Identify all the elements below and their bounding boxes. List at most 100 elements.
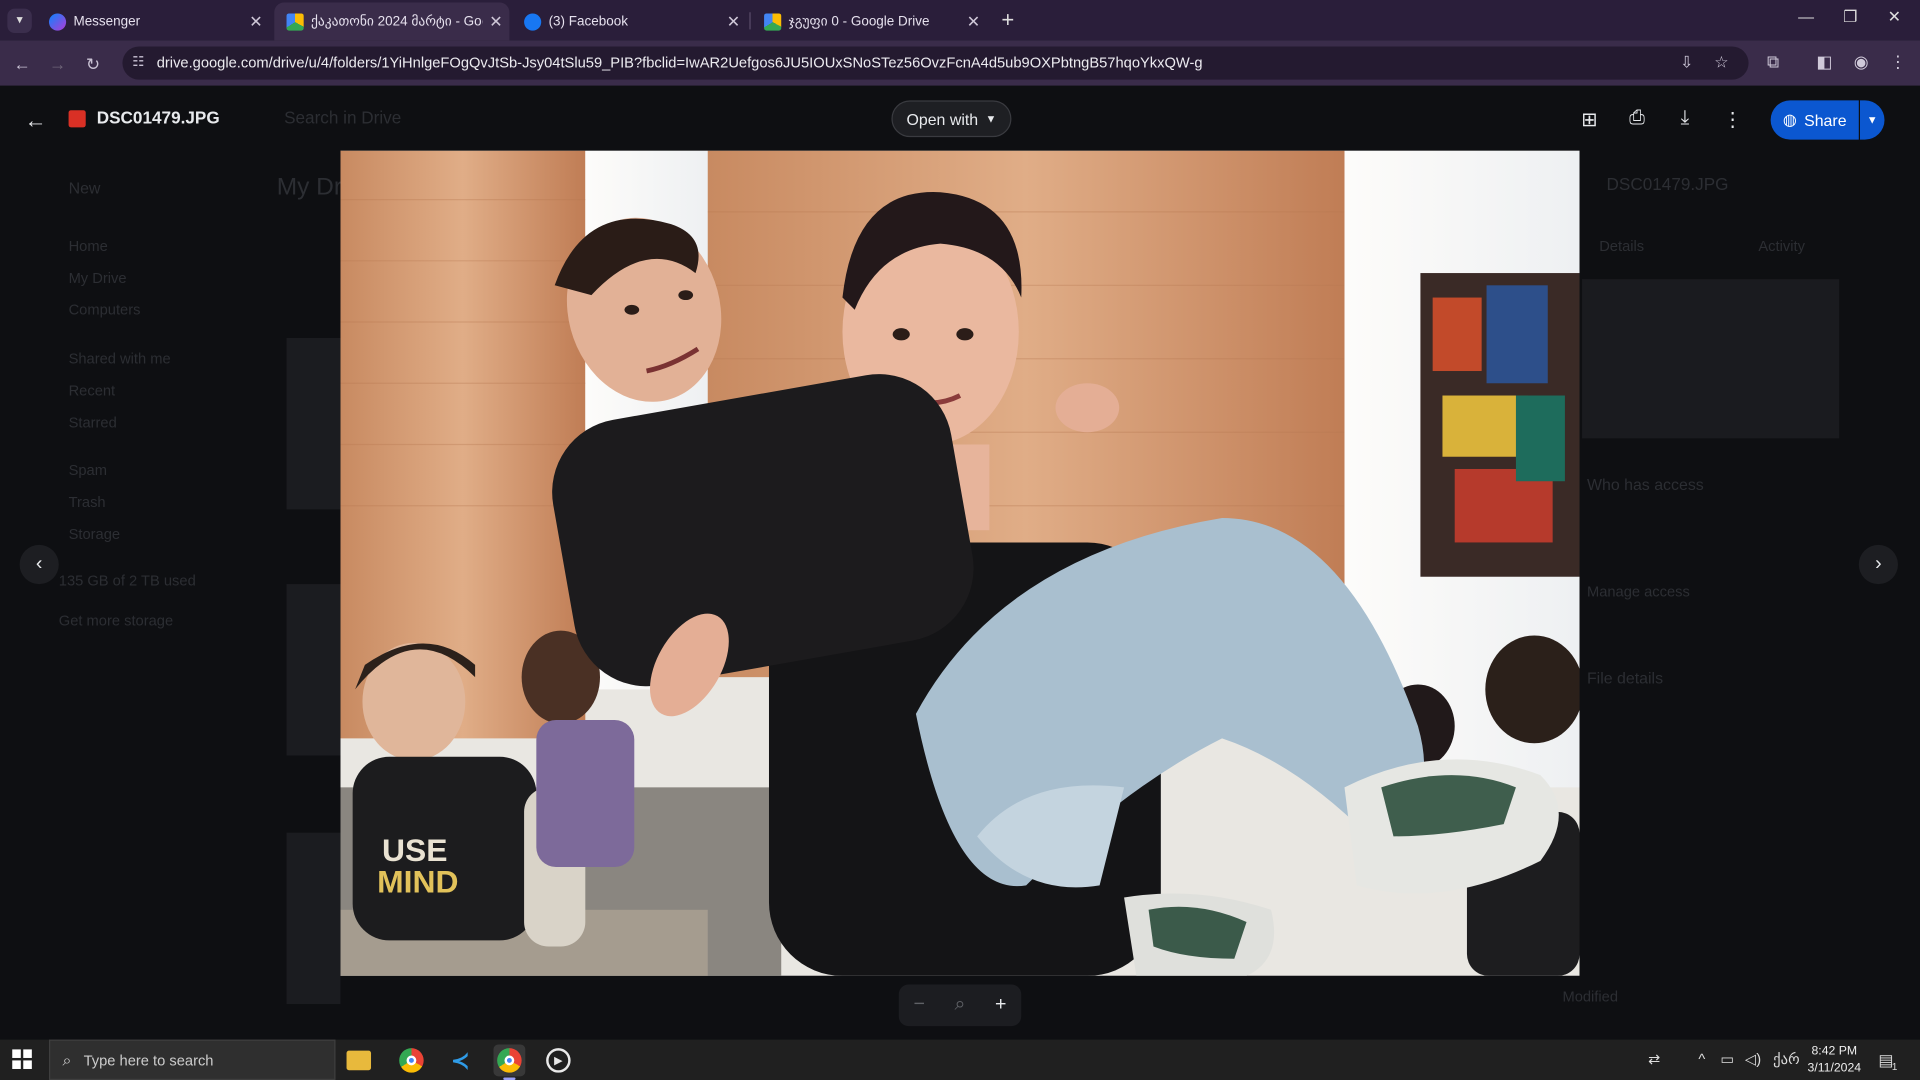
tab-search-button[interactable]: ▾ — [7, 8, 32, 34]
modified-ghost: Modified — [1562, 988, 1619, 1006]
share-options-button[interactable]: ▼ — [1860, 100, 1885, 140]
side-panel-icon[interactable]: ◧ — [1812, 51, 1836, 72]
tab-drive-group[interactable]: ჯგუფი 0 - Google Drive ✕ — [752, 2, 987, 40]
previous-file-button[interactable]: ‹ — [19, 544, 59, 585]
windows-start-icon[interactable] — [12, 1049, 32, 1069]
show-hidden-icons[interactable]: ^ — [1698, 1051, 1705, 1068]
google-drive-icon — [286, 12, 304, 31]
nav-ghost: Spam — [68, 461, 107, 479]
details-tab-ghost: Activity — [1758, 237, 1805, 255]
address-bar[interactable]: ☷ drive.google.com/drive/u/4/folders/1Yi… — [122, 46, 1749, 80]
get-storage-ghost: Get more storage — [58, 612, 174, 630]
screen: ▾ Messenger ✕ ქაკათონი 2024 მარტი - Goo … — [0, 0, 1920, 1080]
tab-title: ჯგუფი 0 - Google Drive — [788, 14, 930, 30]
clock-time: 8:42 PM — [1811, 1044, 1858, 1058]
details-preview-ghost — [1582, 279, 1840, 439]
volume-icon[interactable]: ◁) — [1745, 1051, 1761, 1068]
reload-icon[interactable]: ↻ — [80, 50, 107, 77]
thumbnail-ghost — [286, 584, 341, 756]
open-with-button[interactable]: Open with ▼ — [891, 100, 1012, 138]
google-drive-icon — [764, 12, 782, 31]
nav-ghost: Starred — [68, 413, 117, 432]
nav-ghost: Recent — [68, 382, 116, 400]
details-tab-ghost: Details — [1599, 237, 1645, 255]
add-comment-icon[interactable]: ⊞ — [1576, 108, 1603, 132]
bookmark-star-icon[interactable]: ☆ — [1714, 53, 1728, 73]
file-explorer-icon[interactable] — [346, 1050, 372, 1071]
windows-taskbar: ⌕ Type here to search ≺ ▶ ⇄ ^ ▭ ◁) ქარ 8… — [0, 1039, 1920, 1080]
nav-ghost: Storage — [68, 525, 121, 543]
browser-tab-strip: ▾ Messenger ✕ ქაკათონი 2024 მარტი - Goo … — [0, 0, 1920, 41]
file-name: DSC01479.JPG — [96, 107, 220, 128]
chrome-icon[interactable] — [396, 1044, 428, 1076]
back-arrow-icon[interactable]: ← — [9, 50, 36, 77]
close-window-button[interactable]: ✕ — [1876, 7, 1913, 27]
new-button-ghost: New — [68, 178, 101, 198]
photo-image: USE MIND — [340, 150, 1580, 976]
restore-button[interactable]: ❐ — [1832, 7, 1869, 27]
tab-title: ქაკათონი 2024 მარტი - Goo — [311, 14, 483, 30]
messenger-icon — [48, 12, 67, 31]
forward-arrow-icon[interactable]: → — [44, 50, 71, 77]
url-text: drive.google.com/drive/u/4/folders/1YiHn… — [156, 53, 1203, 72]
tab-facebook[interactable]: (3) Facebook ✕ — [512, 2, 747, 40]
taskbar-search-placeholder: Type here to search — [83, 1051, 214, 1069]
browser-menu-icon[interactable]: ⋮ — [1886, 51, 1910, 72]
install-app-icon[interactable]: ⇩ — [1680, 53, 1693, 73]
nav-ghost: Trash — [68, 493, 106, 511]
browser-toolbar: ← → ↻ ☷ drive.google.com/drive/u/4/folde… — [0, 40, 1920, 86]
profile-avatar-icon[interactable]: ◉ — [1849, 51, 1873, 72]
minimize-button[interactable]: — — [1788, 7, 1825, 25]
open-with-label: Open with — [906, 109, 979, 128]
zoom-controls: − ⌕ + — [898, 984, 1022, 1027]
nav-ghost: Home — [68, 237, 108, 255]
zoom-reset-icon[interactable]: ⌕ — [954, 994, 965, 1016]
site-info-icon[interactable]: ☷ — [132, 54, 149, 71]
taskbar-search-box[interactable]: ⌕ Type here to search — [48, 1039, 336, 1080]
system-clock[interactable]: 8:42 PM 3/11/2024 — [1807, 1043, 1862, 1077]
access-ghost: Who has access — [1586, 475, 1704, 494]
zoom-in-icon[interactable]: + — [995, 994, 1006, 1016]
photo-preview: USE MIND — [340, 150, 1580, 976]
language-indicator[interactable]: ქარ — [1773, 1051, 1800, 1068]
storage-ghost: 135 GB of 2 TB used — [58, 571, 196, 589]
print-icon[interactable]: ⎙ — [1624, 108, 1651, 130]
nav-ghost: Computers — [68, 301, 141, 319]
tab-title: Messenger — [73, 14, 141, 29]
facebook-icon — [524, 12, 542, 31]
nav-ghost: My Drive — [68, 269, 127, 287]
share-label: Share — [1804, 110, 1847, 130]
thumbnail-ghost — [286, 832, 341, 1005]
tab-drive-folder[interactable]: ქაკათონი 2024 მარტი - Goo ✕ — [274, 2, 510, 41]
network-activity-icon[interactable]: ⇄ — [1648, 1051, 1660, 1068]
extensions-icon[interactable]: ⧉ — [1761, 51, 1785, 72]
caret-down-icon: ▼ — [985, 112, 997, 125]
details-title-ghost: DSC01479.JPG — [1606, 173, 1729, 194]
file-details-ghost: File details — [1586, 668, 1664, 687]
clock-date: 3/11/2024 — [1807, 1061, 1862, 1076]
chrome-active-icon[interactable] — [493, 1044, 526, 1080]
image-file-icon — [68, 110, 86, 128]
notification-count: 1 — [1891, 1061, 1898, 1073]
close-tab-icon[interactable]: ✕ — [242, 12, 269, 32]
media-player-icon[interactable]: ▶ — [542, 1044, 574, 1076]
close-tab-icon[interactable]: ✕ — [720, 12, 747, 32]
network-icon[interactable]: ▭ — [1720, 1051, 1734, 1068]
share-button[interactable]: ◍ Share — [1770, 100, 1859, 140]
close-tab-icon[interactable]: ✕ — [960, 12, 987, 32]
search-icon: ⌕ — [62, 1050, 72, 1069]
zoom-out-icon[interactable]: − — [914, 994, 925, 1016]
next-file-button[interactable]: › — [1858, 544, 1898, 585]
tab-separator — [749, 12, 751, 30]
thumbnail-ghost — [286, 337, 341, 510]
svg-text:MIND: MIND — [377, 864, 458, 900]
tab-messenger[interactable]: Messenger ✕ — [37, 2, 270, 40]
drive-file-preview: Search in Drive New My Drive Home My Dri… — [0, 85, 1920, 1040]
svg-text:USE: USE — [382, 832, 447, 868]
vscode-icon[interactable]: ≺ — [444, 1044, 476, 1076]
download-icon[interactable]: ⤓ — [1671, 108, 1698, 130]
close-tab-icon[interactable]: ✕ — [482, 12, 509, 32]
more-actions-icon[interactable]: ⋮ — [1719, 108, 1746, 132]
back-arrow-icon[interactable]: ← — [24, 108, 46, 134]
new-tab-button[interactable]: + — [996, 7, 1020, 31]
